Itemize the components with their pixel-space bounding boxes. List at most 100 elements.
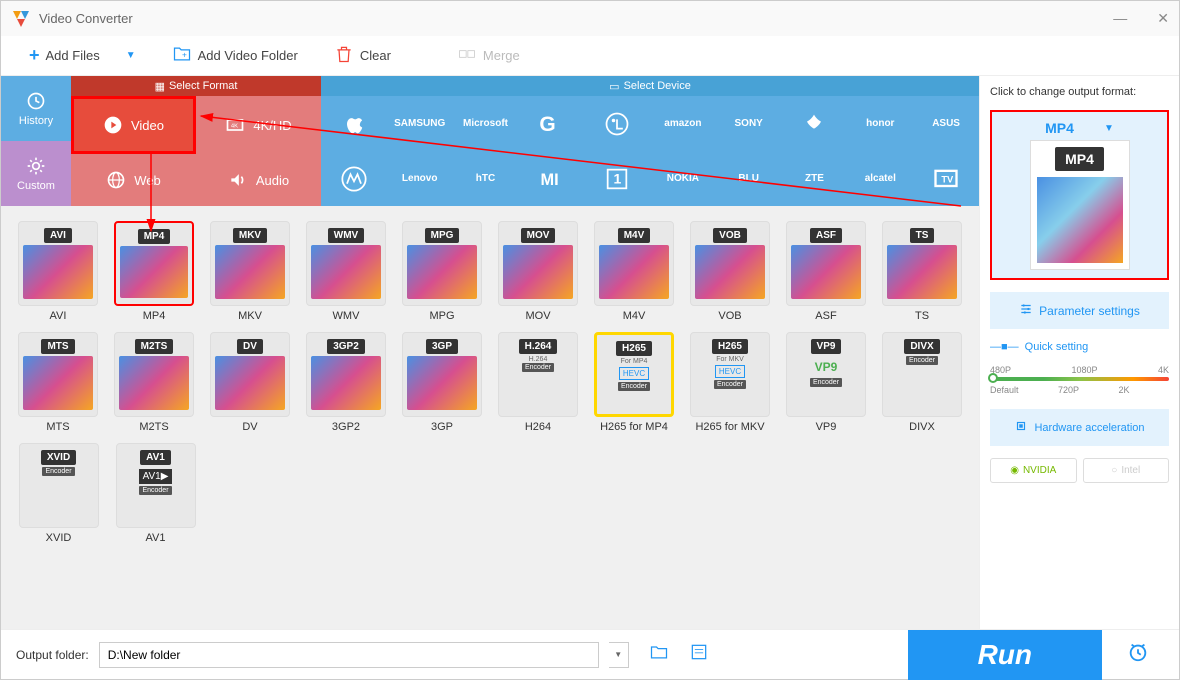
format-xvid[interactable]: XVIDEncoderXVID: [16, 443, 101, 544]
merge-label: Merge: [483, 48, 520, 63]
brand-zte[interactable]: ZTE: [782, 151, 848, 206]
format-av1[interactable]: AV1AV1▶EncoderAV1: [113, 443, 198, 544]
brand-motorola[interactable]: [321, 151, 387, 206]
sliders-icon: [1019, 302, 1033, 319]
brand-asus[interactable]: ASUS: [913, 96, 979, 151]
brand-tv[interactable]: TV: [913, 151, 979, 206]
quality-slider[interactable]: 480P 1080P 4K Default 720P 2K: [990, 365, 1169, 397]
brand-huawei[interactable]: [782, 96, 848, 151]
svg-text:TV: TV: [941, 174, 954, 184]
audio-category[interactable]: Audio: [196, 154, 321, 206]
trash-icon: [334, 44, 354, 67]
audio-cat-label: Audio: [256, 173, 289, 188]
4khd-category[interactable]: 4K 4K/HD: [196, 96, 321, 154]
history-tab[interactable]: History: [1, 76, 71, 141]
format-ts[interactable]: TSTS: [880, 221, 964, 322]
add-files-button[interactable]: + Add Files ▼: [21, 41, 144, 70]
brand-samsung[interactable]: SAMSUNG: [387, 96, 453, 151]
hardware-accel-button[interactable]: Hardware acceleration: [990, 409, 1169, 446]
format-h265-for-mp4[interactable]: H265For MP4HEVCEncoderH265 for MP4: [592, 332, 676, 433]
brand-alcatel[interactable]: alcatel: [847, 151, 913, 206]
output-format-title: MP4: [1045, 120, 1074, 136]
output-format-box[interactable]: MP4 ▼ MP4: [990, 110, 1169, 280]
format-vp9[interactable]: VP9VP9EncoderVP9: [784, 332, 868, 433]
intel-button[interactable]: ○ Intel: [1083, 458, 1170, 483]
add-folder-button[interactable]: + Add Video Folder: [164, 40, 306, 71]
custom-label: Custom: [17, 180, 55, 192]
format-3gp2[interactable]: 3GP23GP2: [304, 332, 388, 433]
4khd-cat-label: 4K/HD: [253, 118, 291, 133]
folder-plus-icon: +: [172, 44, 192, 67]
alarm-icon[interactable]: [1127, 641, 1149, 669]
brand-microsoft[interactable]: Microsoft: [453, 96, 519, 151]
device-header: ▭ Select Device: [321, 76, 979, 96]
brand-apple[interactable]: [321, 96, 387, 151]
svg-text:1: 1: [614, 170, 622, 186]
format-h265-for-mkv[interactable]: H265For MKVHEVCEncoderH265 for MKV: [688, 332, 772, 433]
output-folder-dropdown[interactable]: ▼: [609, 642, 629, 668]
web-cat-label: Web: [134, 173, 161, 188]
parameter-settings-button[interactable]: Parameter settings: [990, 292, 1169, 329]
format-3gp[interactable]: 3GP3GP: [400, 332, 484, 433]
clear-button[interactable]: Clear: [326, 40, 399, 71]
brand-oneplus[interactable]: 1: [584, 151, 650, 206]
bottom-bar: Output folder: ▼ Run: [1, 629, 1179, 679]
format-m2ts[interactable]: M2TSM2TS: [112, 332, 196, 433]
chevron-down-icon[interactable]: ▼: [1104, 123, 1114, 134]
svg-text:G: G: [540, 113, 556, 136]
format-icon: ▦: [155, 80, 165, 93]
format-wmv[interactable]: WMVWMV: [304, 221, 388, 322]
brand-xiaomi[interactable]: MI: [518, 151, 584, 206]
hw-label: Hardware acceleration: [1034, 422, 1144, 434]
chip-icon: [1014, 419, 1028, 436]
format-grid: AVIAVIMP4MP4MKVMKVWMVWMVMPGMPGMOVMOVM4VM…: [1, 206, 979, 629]
list-icon[interactable]: [689, 642, 709, 667]
format-mts[interactable]: MTSMTS: [16, 332, 100, 433]
web-category[interactable]: Web: [71, 154, 196, 206]
brand-blu[interactable]: BLU: [716, 151, 782, 206]
slider-thumb[interactable]: [988, 373, 998, 383]
brand-google[interactable]: G: [518, 96, 584, 151]
brand-sony[interactable]: SONY: [716, 96, 782, 151]
brand-lg[interactable]: [584, 96, 650, 151]
format-m4v[interactable]: M4VM4V: [592, 221, 676, 322]
nvidia-icon: ◉: [1010, 465, 1019, 476]
custom-tab[interactable]: Custom: [1, 141, 71, 206]
format-header: ▦ Select Format: [71, 76, 321, 96]
format-mpg[interactable]: MPGMPG: [400, 221, 484, 322]
format-vob[interactable]: VOBVOB: [688, 221, 772, 322]
intel-icon: ○: [1111, 465, 1117, 476]
brand-nokia[interactable]: NOKIA: [650, 151, 716, 206]
format-mov[interactable]: MOVMOV: [496, 221, 580, 322]
brand-lenovo[interactable]: Lenovo: [387, 151, 453, 206]
run-button[interactable]: Run: [908, 630, 1102, 680]
output-folder-input[interactable]: [99, 642, 599, 668]
param-label: Parameter settings: [1039, 304, 1140, 318]
format-dv[interactable]: DVDV: [208, 332, 292, 433]
nvidia-button[interactable]: ◉ NVIDIA: [990, 458, 1077, 483]
output-panel: Click to change output format: MP4 ▼ MP4…: [979, 76, 1179, 629]
format-mkv[interactable]: MKVMKV: [208, 221, 292, 322]
brand-honor[interactable]: honor: [847, 96, 913, 151]
output-thumbnail: MP4: [1030, 140, 1130, 270]
close-button[interactable]: ✕: [1157, 10, 1169, 27]
format-avi[interactable]: AVIAVI: [16, 221, 100, 322]
format-mp4[interactable]: MP4MP4: [112, 221, 196, 322]
brand-amazon[interactable]: amazon: [650, 96, 716, 151]
history-label: History: [19, 115, 53, 127]
app-title: Video Converter: [39, 11, 133, 26]
add-folder-label: Add Video Folder: [198, 48, 298, 63]
open-folder-icon[interactable]: [649, 642, 669, 667]
output-folder-label: Output folder:: [16, 648, 89, 662]
merge-button[interactable]: Merge: [449, 40, 528, 71]
chevron-down-icon[interactable]: ▼: [126, 50, 136, 61]
minimize-button[interactable]: —: [1113, 10, 1127, 27]
format-asf[interactable]: ASFASF: [784, 221, 868, 322]
add-files-label: Add Files: [46, 48, 100, 63]
video-cat-label: Video: [131, 118, 164, 133]
brand-htc[interactable]: hTC: [453, 151, 519, 206]
format-divx[interactable]: DIVXEncoderDIVX: [880, 332, 964, 433]
format-h264[interactable]: H.264H.264EncoderH264: [496, 332, 580, 433]
output-hint: Click to change output format:: [990, 86, 1169, 98]
video-category[interactable]: Video: [71, 96, 196, 154]
